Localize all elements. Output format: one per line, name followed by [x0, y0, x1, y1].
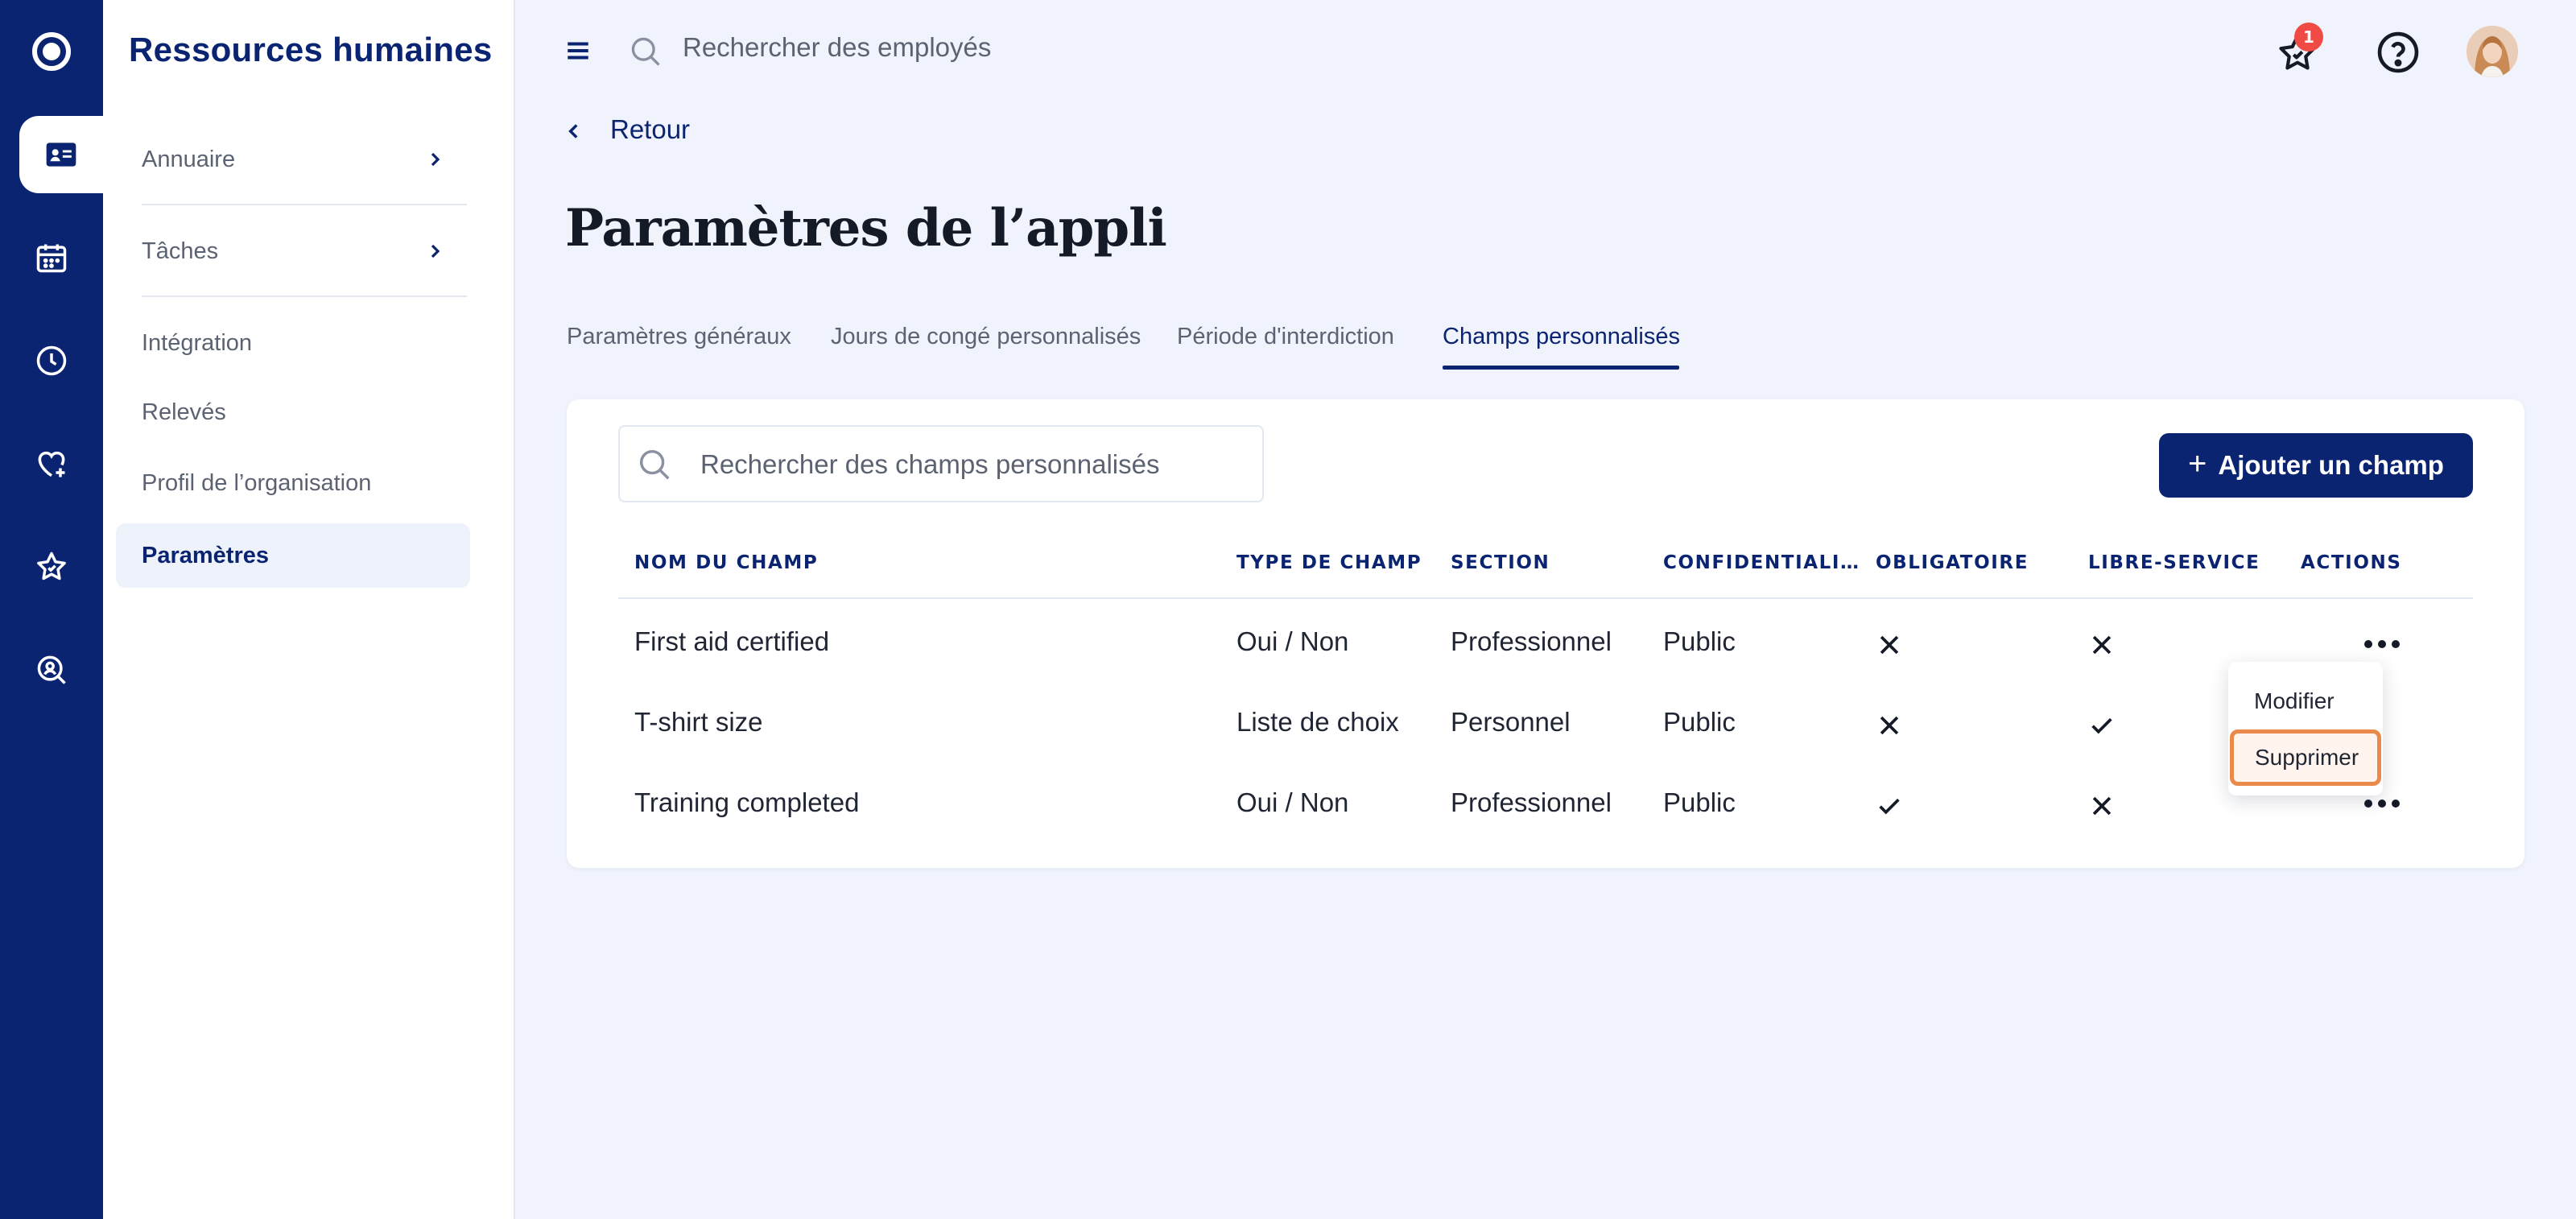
sidebar-item-label: Paramètres: [142, 542, 269, 568]
add-field-label: Ajouter un champ: [2218, 450, 2444, 480]
table-cell-name: First aid certified: [634, 626, 830, 656]
column-header-section[interactable]: SECTION: [1451, 552, 1550, 573]
person-search-icon[interactable]: [0, 631, 103, 709]
more-options-icon[interactable]: [2363, 639, 2401, 649]
table-cell-type: Oui / Non: [1236, 626, 1349, 656]
table-cell-type: Liste de choix: [1236, 707, 1399, 737]
sidebar-item-integration[interactable]: Intégration: [116, 311, 470, 375]
sidebar-item-annuaire[interactable]: Annuaire: [116, 127, 470, 192]
custom-fields-card: + Ajouter un champ NOM DU CHAMP TYPE DE …: [567, 399, 2524, 868]
divider: [142, 295, 467, 297]
sidebar-item-label: Profil de l’organisation: [142, 469, 372, 496]
employee-card-icon[interactable]: [19, 116, 103, 193]
add-field-button[interactable]: + Ajouter un champ: [2159, 433, 2473, 498]
chevron-right-icon: [431, 152, 440, 167]
avatar[interactable]: [2467, 26, 2518, 77]
close-icon: [2092, 635, 2112, 655]
table-cell-section: Professionnel: [1451, 626, 1612, 656]
close-icon: [2092, 796, 2112, 816]
sidebar-item-label: Relevés: [142, 399, 226, 425]
check-icon: [2091, 717, 2112, 734]
actions-menu: Modifier Supprimer: [2228, 662, 2383, 795]
close-icon: [1880, 716, 1899, 735]
table-cell-section: Professionnel: [1451, 787, 1612, 817]
search-icon: [639, 449, 670, 480]
employee-search-input[interactable]: Rechercher des employés: [683, 32, 991, 63]
more-options-icon[interactable]: [2363, 799, 2401, 808]
sidebar-item-parametres[interactable]: Paramètres: [116, 523, 470, 588]
clock-icon[interactable]: [0, 322, 103, 399]
tab-periode-interdiction[interactable]: Période d'interdiction: [1177, 324, 1394, 350]
check-icon: [1879, 798, 1900, 815]
tab-jours-conge[interactable]: Jours de congé personnalisés: [831, 324, 1141, 350]
page-title: Paramètres de l’appli: [565, 198, 1167, 258]
table-cell-name: T-shirt size: [634, 707, 763, 737]
sidebar: Ressources humaines Annuaire Tâches Inté…: [103, 0, 515, 1219]
custom-fields-search[interactable]: [618, 425, 1264, 502]
divider: [142, 204, 467, 205]
active-tab-indicator: [1443, 366, 1679, 370]
chevron-left-icon[interactable]: [564, 118, 584, 145]
table-header-divider: [618, 597, 2473, 599]
search-icon: [631, 37, 660, 66]
star-icon[interactable]: [0, 528, 103, 605]
column-header-self-service[interactable]: LIBRE-SERVICE: [2088, 552, 2260, 573]
app-title: Ressources humaines: [129, 31, 493, 68]
logo-icon[interactable]: [0, 13, 103, 90]
menu-item-supprimer[interactable]: Supprimer: [2230, 729, 2381, 786]
calendar-icon[interactable]: [0, 219, 103, 296]
column-header-type[interactable]: TYPE DE CHAMP: [1236, 552, 1422, 573]
sidebar-item-label: Tâches: [142, 238, 219, 264]
help-icon[interactable]: [2375, 29, 2421, 76]
heart-plus-icon[interactable]: [0, 425, 103, 502]
sidebar-item-releves[interactable]: Relevés: [116, 380, 470, 444]
column-header-actions: ACTIONS: [2301, 552, 2402, 573]
plus-icon: +: [2188, 445, 2207, 481]
menu-item-modifier[interactable]: Modifier: [2228, 673, 2383, 729]
table-cell-section: Personnel: [1451, 707, 1571, 737]
menu-icon[interactable]: [564, 37, 592, 64]
chevron-right-icon: [431, 244, 440, 258]
tab-parametres-generaux[interactable]: Paramètres généraux: [567, 324, 791, 350]
app-rail: [0, 0, 103, 1219]
back-link[interactable]: Retour: [610, 114, 690, 145]
custom-fields-search-input[interactable]: [700, 443, 1248, 486]
tab-champs-personnalises[interactable]: Champs personnalisés: [1443, 324, 1680, 350]
sidebar-item-label: Intégration: [142, 329, 253, 356]
sidebar-item-taches[interactable]: Tâches: [116, 219, 470, 283]
table-cell-privacy: Public: [1663, 787, 1736, 817]
table-cell-name: Training completed: [634, 787, 860, 817]
notification-badge: 1: [2294, 23, 2323, 52]
sidebar-item-profil-organisation[interactable]: Profil de l’organisation: [116, 451, 470, 515]
table-cell-privacy: Public: [1663, 707, 1736, 737]
table-cell-type: Oui / Non: [1236, 787, 1349, 817]
close-icon: [1880, 635, 1899, 655]
column-header-name[interactable]: NOM DU CHAMP: [634, 552, 818, 573]
sidebar-item-label: Annuaire: [142, 146, 236, 172]
column-header-privacy[interactable]: CONFIDENTIALI…: [1663, 552, 1860, 573]
table-cell-privacy: Public: [1663, 626, 1736, 656]
column-header-required[interactable]: OBLIGATOIRE: [1876, 552, 2029, 573]
